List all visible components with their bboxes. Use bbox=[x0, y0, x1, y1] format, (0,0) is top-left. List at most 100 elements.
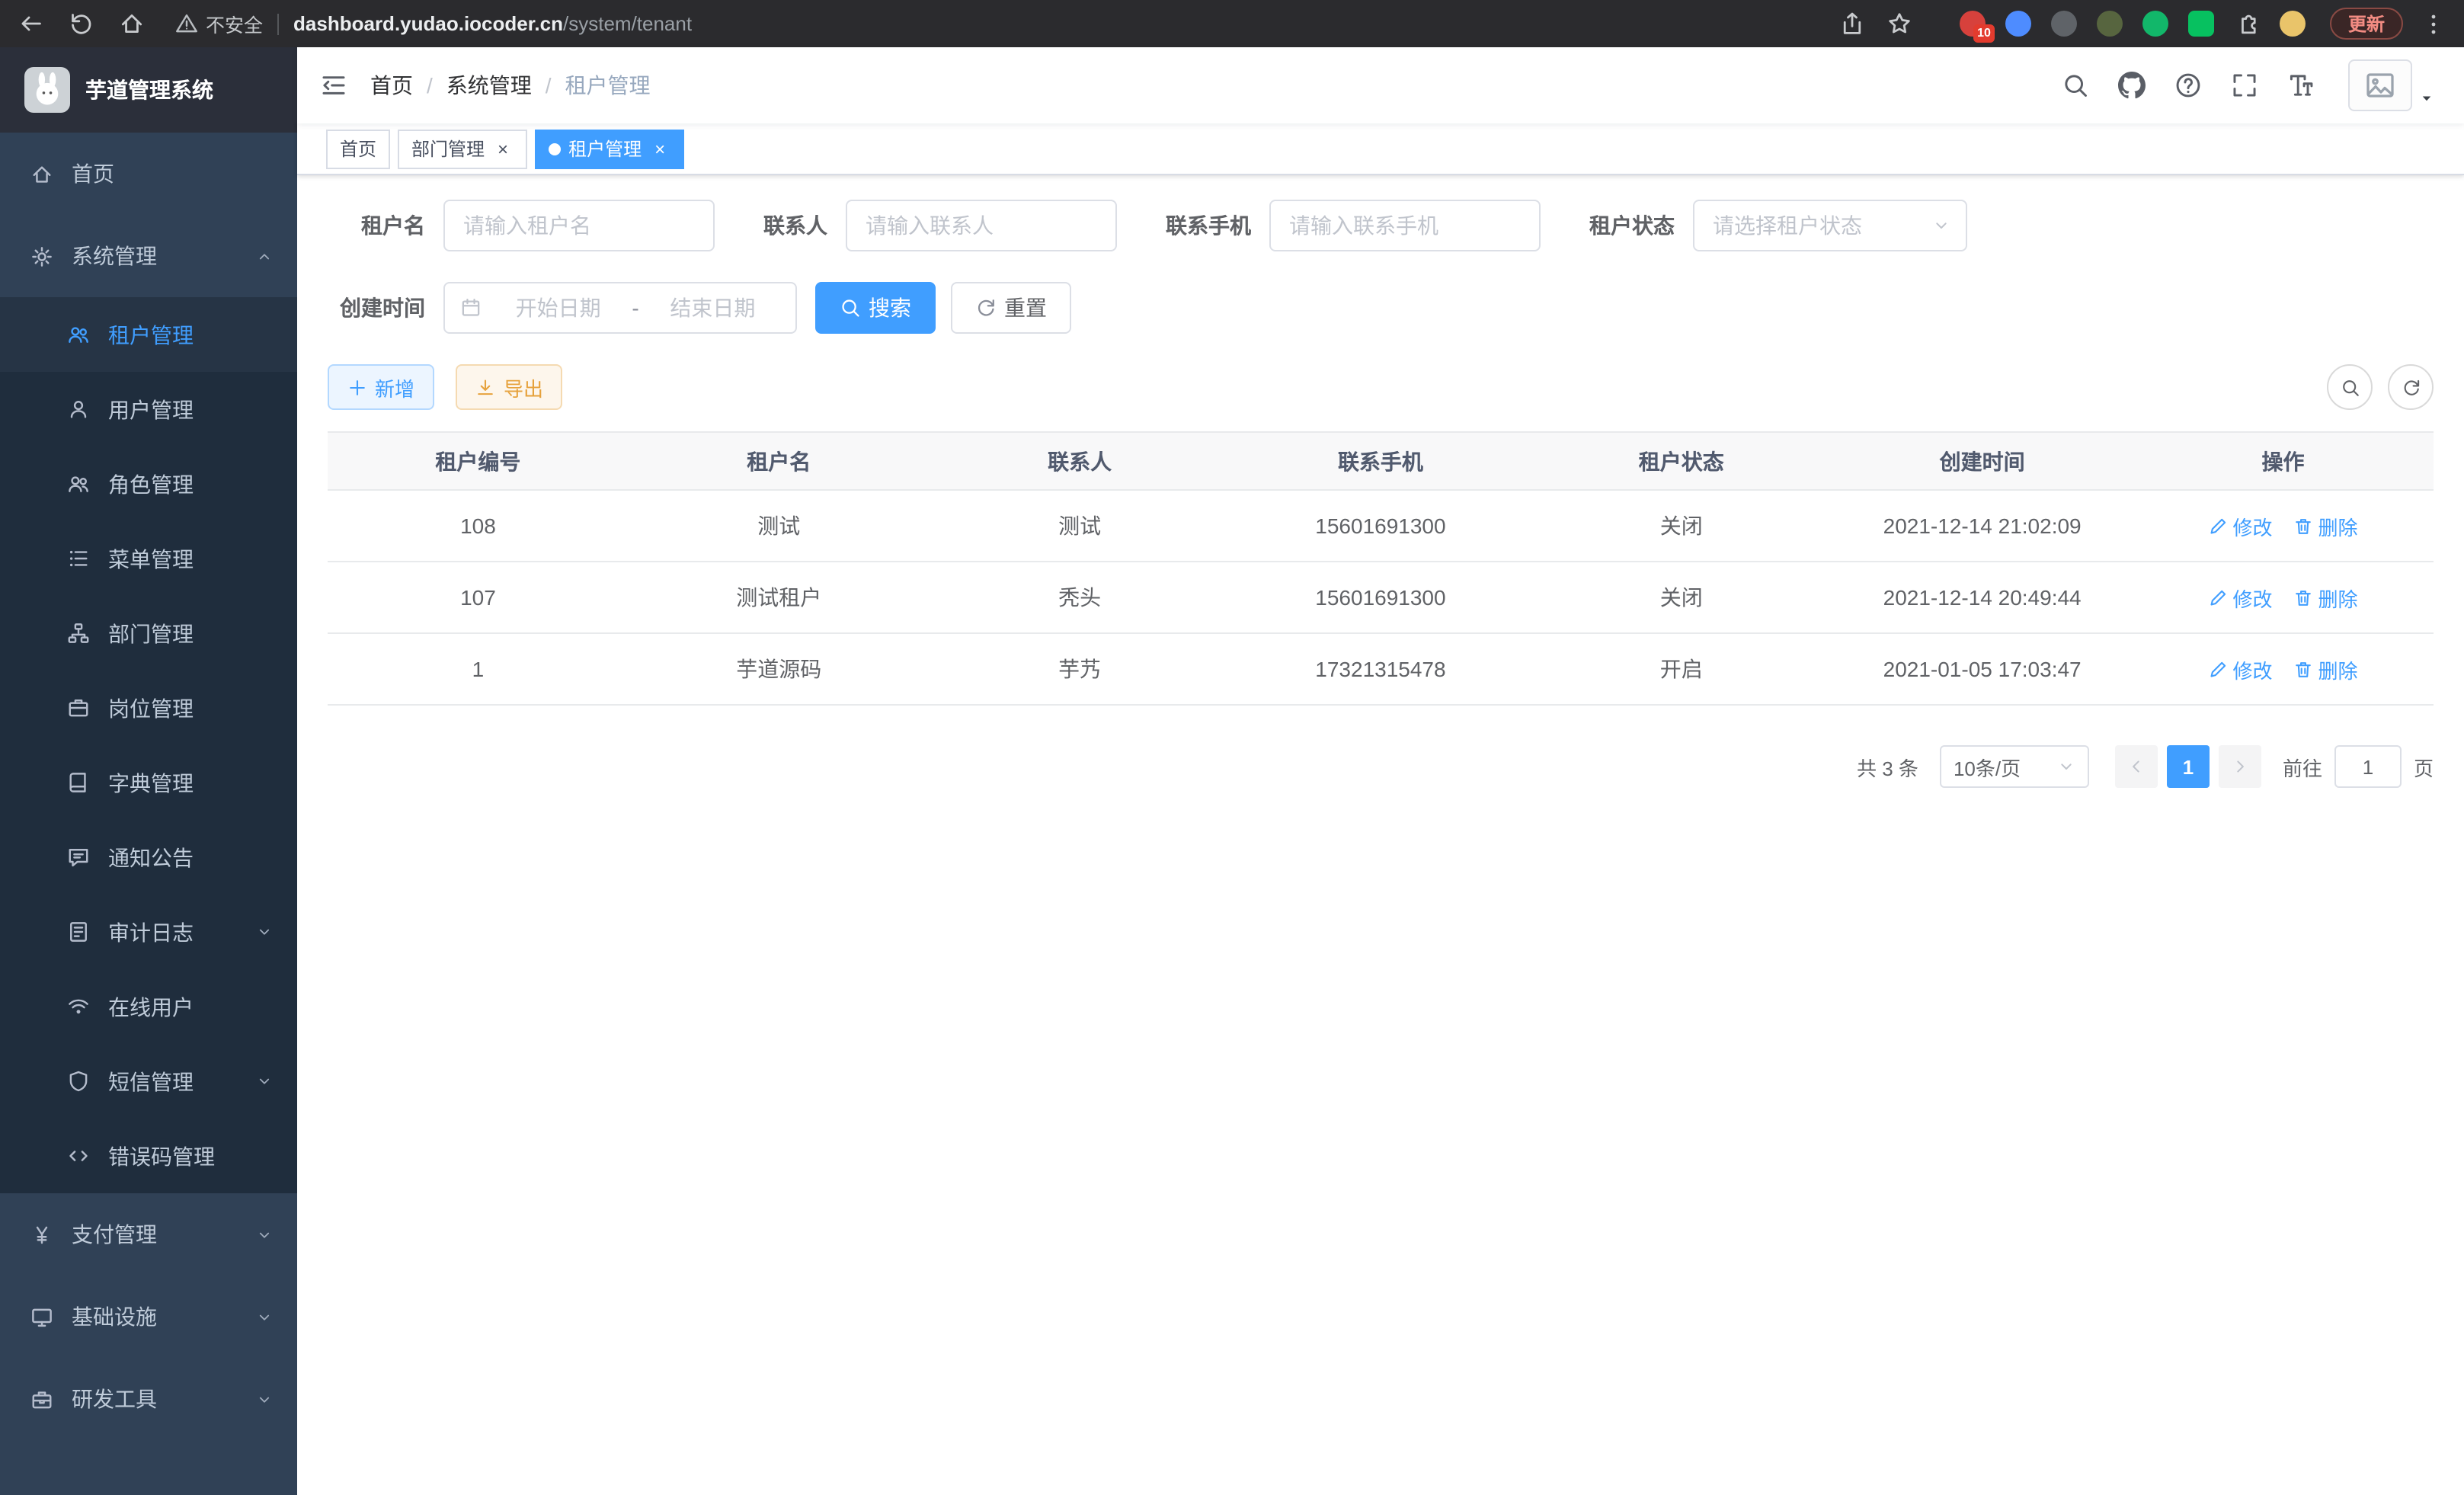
sidebar-item-system[interactable]: 系统管理 bbox=[0, 215, 297, 297]
breadcrumb-item[interactable]: 系统管理 bbox=[446, 70, 532, 101]
extension-green-circle[interactable] bbox=[2142, 11, 2168, 37]
breadcrumb-item[interactable]: 首页 bbox=[370, 70, 413, 101]
extension-dark[interactable] bbox=[2051, 11, 2077, 37]
prev-page-button[interactable] bbox=[2115, 745, 2158, 788]
extensions-menu-icon[interactable] bbox=[2234, 11, 2260, 37]
column-header: 联系人 bbox=[930, 432, 1230, 490]
sidebar-item-user[interactable]: 用户管理 bbox=[0, 372, 297, 447]
cell-actions: 修改删除 bbox=[2133, 562, 2434, 633]
next-page-button[interactable] bbox=[2219, 745, 2261, 788]
security-label[interactable]: 不安全 bbox=[206, 9, 263, 38]
sidebar-item-post[interactable]: 岗位管理 bbox=[0, 671, 297, 745]
tenant-name-input[interactable] bbox=[443, 200, 715, 251]
bookmark-star-icon[interactable] bbox=[1886, 11, 1912, 37]
tenant-status-select[interactable]: 请选择租户状态 bbox=[1693, 200, 1967, 251]
tags-view: 首页部门管理×租户管理× bbox=[297, 123, 2464, 175]
navbar-right bbox=[2033, 59, 2464, 111]
delete-link[interactable]: 删除 bbox=[2294, 511, 2358, 540]
cell-created: 2021-01-05 17:03:47 bbox=[1832, 633, 2133, 705]
toolbar-right bbox=[2312, 364, 2434, 410]
start-date-input[interactable] bbox=[491, 296, 626, 320]
toggle-search-button[interactable] bbox=[2327, 364, 2373, 410]
address-bar[interactable]: 不安全 dashboard.yudao.iocoder.cn/system/te… bbox=[175, 9, 1818, 38]
extension-olive[interactable] bbox=[2097, 11, 2123, 37]
tab-label: 首页 bbox=[340, 136, 376, 162]
phone-input[interactable] bbox=[1269, 200, 1541, 251]
browser-menu-icon[interactable] bbox=[2421, 11, 2446, 36]
sidebar-item-notice[interactable]: 通知公告 bbox=[0, 820, 297, 895]
update-button[interactable]: 更新 bbox=[2330, 8, 2403, 40]
back-icon[interactable] bbox=[18, 11, 44, 37]
browser-home-icon[interactable] bbox=[119, 11, 145, 37]
create-time-label: 创建时间 bbox=[328, 293, 425, 323]
sidebar-item-sms[interactable]: 短信管理 bbox=[0, 1044, 297, 1119]
chevron-down-icon bbox=[256, 924, 273, 940]
github-icon[interactable] bbox=[2118, 72, 2146, 99]
help-icon[interactable] bbox=[2174, 72, 2202, 99]
filter-contact: 联系人 bbox=[763, 200, 1117, 251]
goto-page-input[interactable] bbox=[2334, 745, 2402, 788]
tenant-table: 租户编号租户名联系人联系手机租户状态创建时间操作 108测试测试15601691… bbox=[328, 431, 2434, 706]
sidebar-item-menu[interactable]: 菜单管理 bbox=[0, 521, 297, 596]
sms-icon bbox=[67, 1070, 90, 1093]
share-icon[interactable] bbox=[1839, 11, 1865, 37]
tab-tenant[interactable]: 租户管理× bbox=[535, 129, 684, 168]
extension-wechat[interactable] bbox=[2188, 11, 2214, 37]
sidebar-item-role[interactable]: 角色管理 bbox=[0, 447, 297, 521]
cell-name: 测试 bbox=[629, 490, 930, 562]
sidebar-item-error-code[interactable]: 错误码管理 bbox=[0, 1119, 297, 1193]
sidebar-item-dev-tools[interactable]: 研发工具 bbox=[0, 1358, 297, 1440]
user-avatar[interactable] bbox=[2348, 59, 2412, 111]
edit-link[interactable]: 修改 bbox=[2209, 655, 2273, 683]
reload-icon[interactable] bbox=[69, 11, 94, 37]
sidebar-item-tenant[interactable]: 租户管理 bbox=[0, 297, 297, 372]
tab-dept[interactable]: 部门管理× bbox=[398, 129, 527, 168]
column-header: 操作 bbox=[2133, 432, 2434, 490]
filter-status: 租户状态 请选择租户状态 bbox=[1589, 200, 1967, 251]
contact-input[interactable] bbox=[846, 200, 1117, 251]
create-time-range-picker[interactable]: - bbox=[443, 282, 797, 334]
page-size-select[interactable]: 10条/页 bbox=[1940, 745, 2089, 788]
filter-tenant-name: 租户名 bbox=[328, 200, 715, 251]
sidebar-item-audit-log[interactable]: 审计日志 bbox=[0, 895, 297, 969]
edit-link[interactable]: 修改 bbox=[2209, 583, 2273, 612]
user-icon bbox=[67, 398, 90, 421]
url-path: /system/tenant bbox=[563, 12, 692, 35]
sidebar-item-label: 通知公告 bbox=[108, 842, 194, 872]
sidebar-item-label: 字典管理 bbox=[108, 767, 194, 798]
add-button[interactable]: 新增 bbox=[328, 364, 434, 410]
sidebar-item-dict[interactable]: 字典管理 bbox=[0, 745, 297, 820]
search-icon[interactable] bbox=[2062, 72, 2089, 99]
export-button[interactable]: 导出 bbox=[456, 364, 563, 410]
reset-button[interactable]: 重置 bbox=[951, 282, 1071, 334]
page-1-button[interactable]: 1 bbox=[2167, 745, 2210, 788]
extension-adblock[interactable]: 10 bbox=[1960, 11, 1986, 37]
font-size-icon[interactable] bbox=[2287, 72, 2315, 99]
edit-link[interactable]: 修改 bbox=[2209, 511, 2273, 540]
sidebar-item-home[interactable]: 首页 bbox=[0, 133, 297, 215]
close-icon[interactable]: × bbox=[492, 138, 514, 159]
chevron-down-icon bbox=[256, 1226, 273, 1243]
sidebar-item-pay[interactable]: 支付管理 bbox=[0, 1193, 297, 1276]
breadcrumb-item: 租户管理 bbox=[565, 70, 651, 101]
search-button[interactable]: 搜索 bbox=[815, 282, 936, 334]
tab-home[interactable]: 首页 bbox=[326, 129, 390, 168]
delete-icon bbox=[2294, 516, 2314, 536]
refresh-table-button[interactable] bbox=[2388, 364, 2434, 410]
close-icon[interactable]: × bbox=[649, 138, 670, 159]
sidebar-item-infra[interactable]: 基础设施 bbox=[0, 1276, 297, 1358]
goto-label: 前往 bbox=[2283, 752, 2322, 781]
end-date-input[interactable] bbox=[645, 296, 780, 320]
chevron-up-icon bbox=[256, 248, 273, 264]
fullscreen-icon[interactable] bbox=[2231, 72, 2258, 99]
sidebar-item-online-user[interactable]: 在线用户 bbox=[0, 969, 297, 1044]
extension-blue[interactable] bbox=[2005, 11, 2031, 37]
delete-link[interactable]: 删除 bbox=[2294, 655, 2358, 683]
app-logo[interactable]: 芋道管理系统 bbox=[0, 47, 297, 133]
sidebar-toggle-icon[interactable] bbox=[320, 72, 347, 99]
sidebar-item-dept[interactable]: 部门管理 bbox=[0, 596, 297, 671]
profile-avatar[interactable] bbox=[2280, 11, 2306, 37]
home-icon bbox=[30, 162, 53, 185]
delete-link[interactable]: 删除 bbox=[2294, 583, 2358, 612]
sidebar: 芋道管理系统 首页系统管理租户管理用户管理角色管理菜单管理部门管理岗位管理字典管… bbox=[0, 47, 297, 1495]
